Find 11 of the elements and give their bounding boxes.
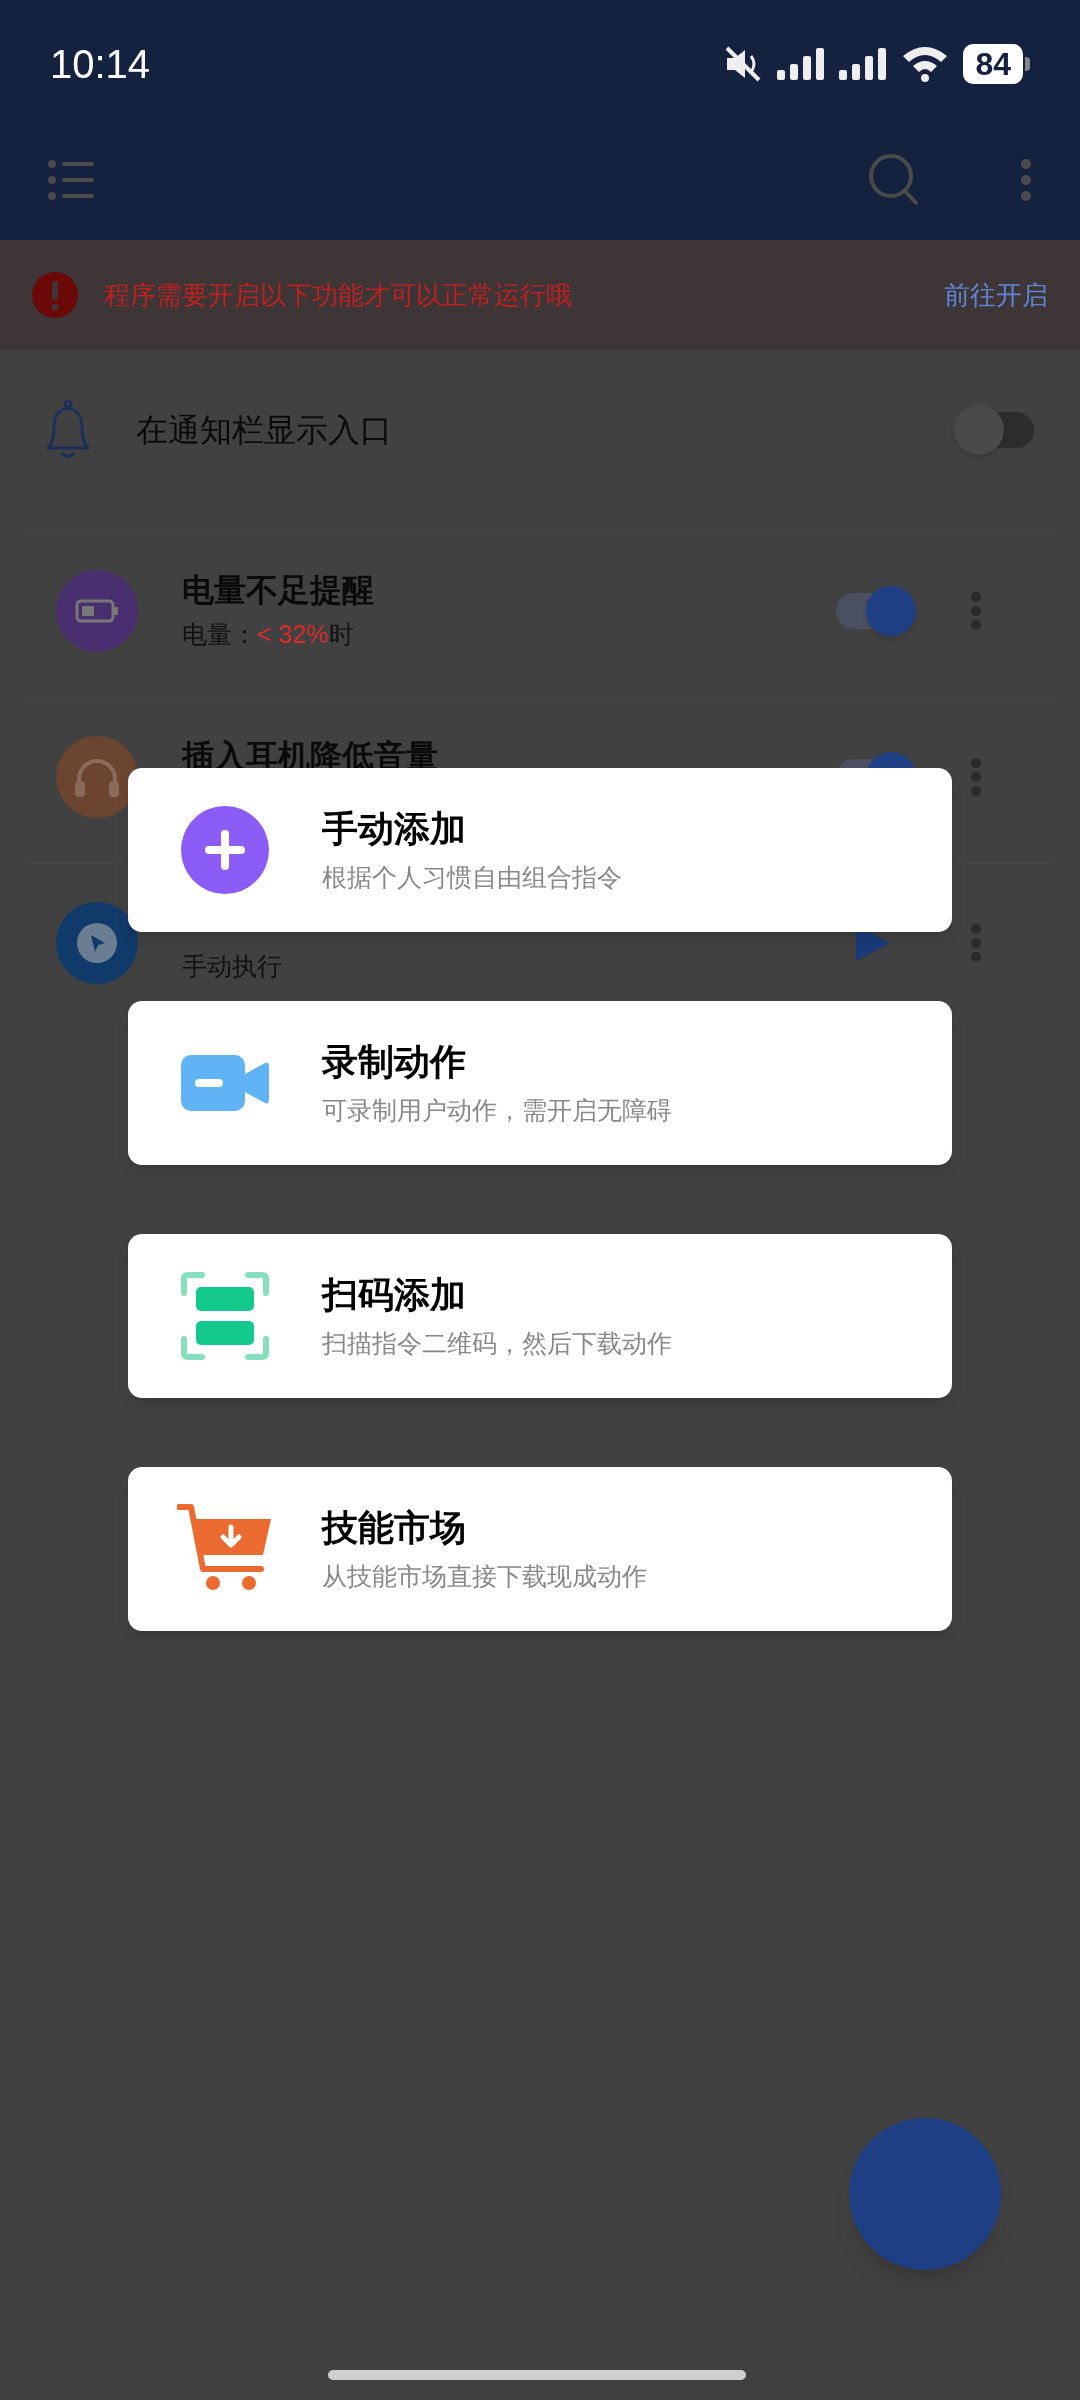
option-title: 录制动作 — [322, 1041, 467, 1083]
option-description: 根据个人习惯自由组合指令 — [322, 862, 622, 892]
option-title: 技能市场 — [322, 1507, 467, 1549]
option-title: 扫码添加 — [322, 1274, 467, 1316]
option-title: 手动添加 — [322, 808, 467, 850]
status-time: 10:14 — [50, 41, 151, 88]
option-description: 扫描指令二维码，然后下载动作 — [322, 1328, 672, 1358]
option-description: 从技能市场直接下载现成动作 — [322, 1561, 647, 1591]
option-description: 可录制用户动作，需开启无障碍 — [322, 1095, 672, 1125]
battery-indicator: 84 — [963, 44, 1030, 84]
warning-text: 程序需要开启以下功能才可以正常运行哦 — [104, 278, 573, 312]
